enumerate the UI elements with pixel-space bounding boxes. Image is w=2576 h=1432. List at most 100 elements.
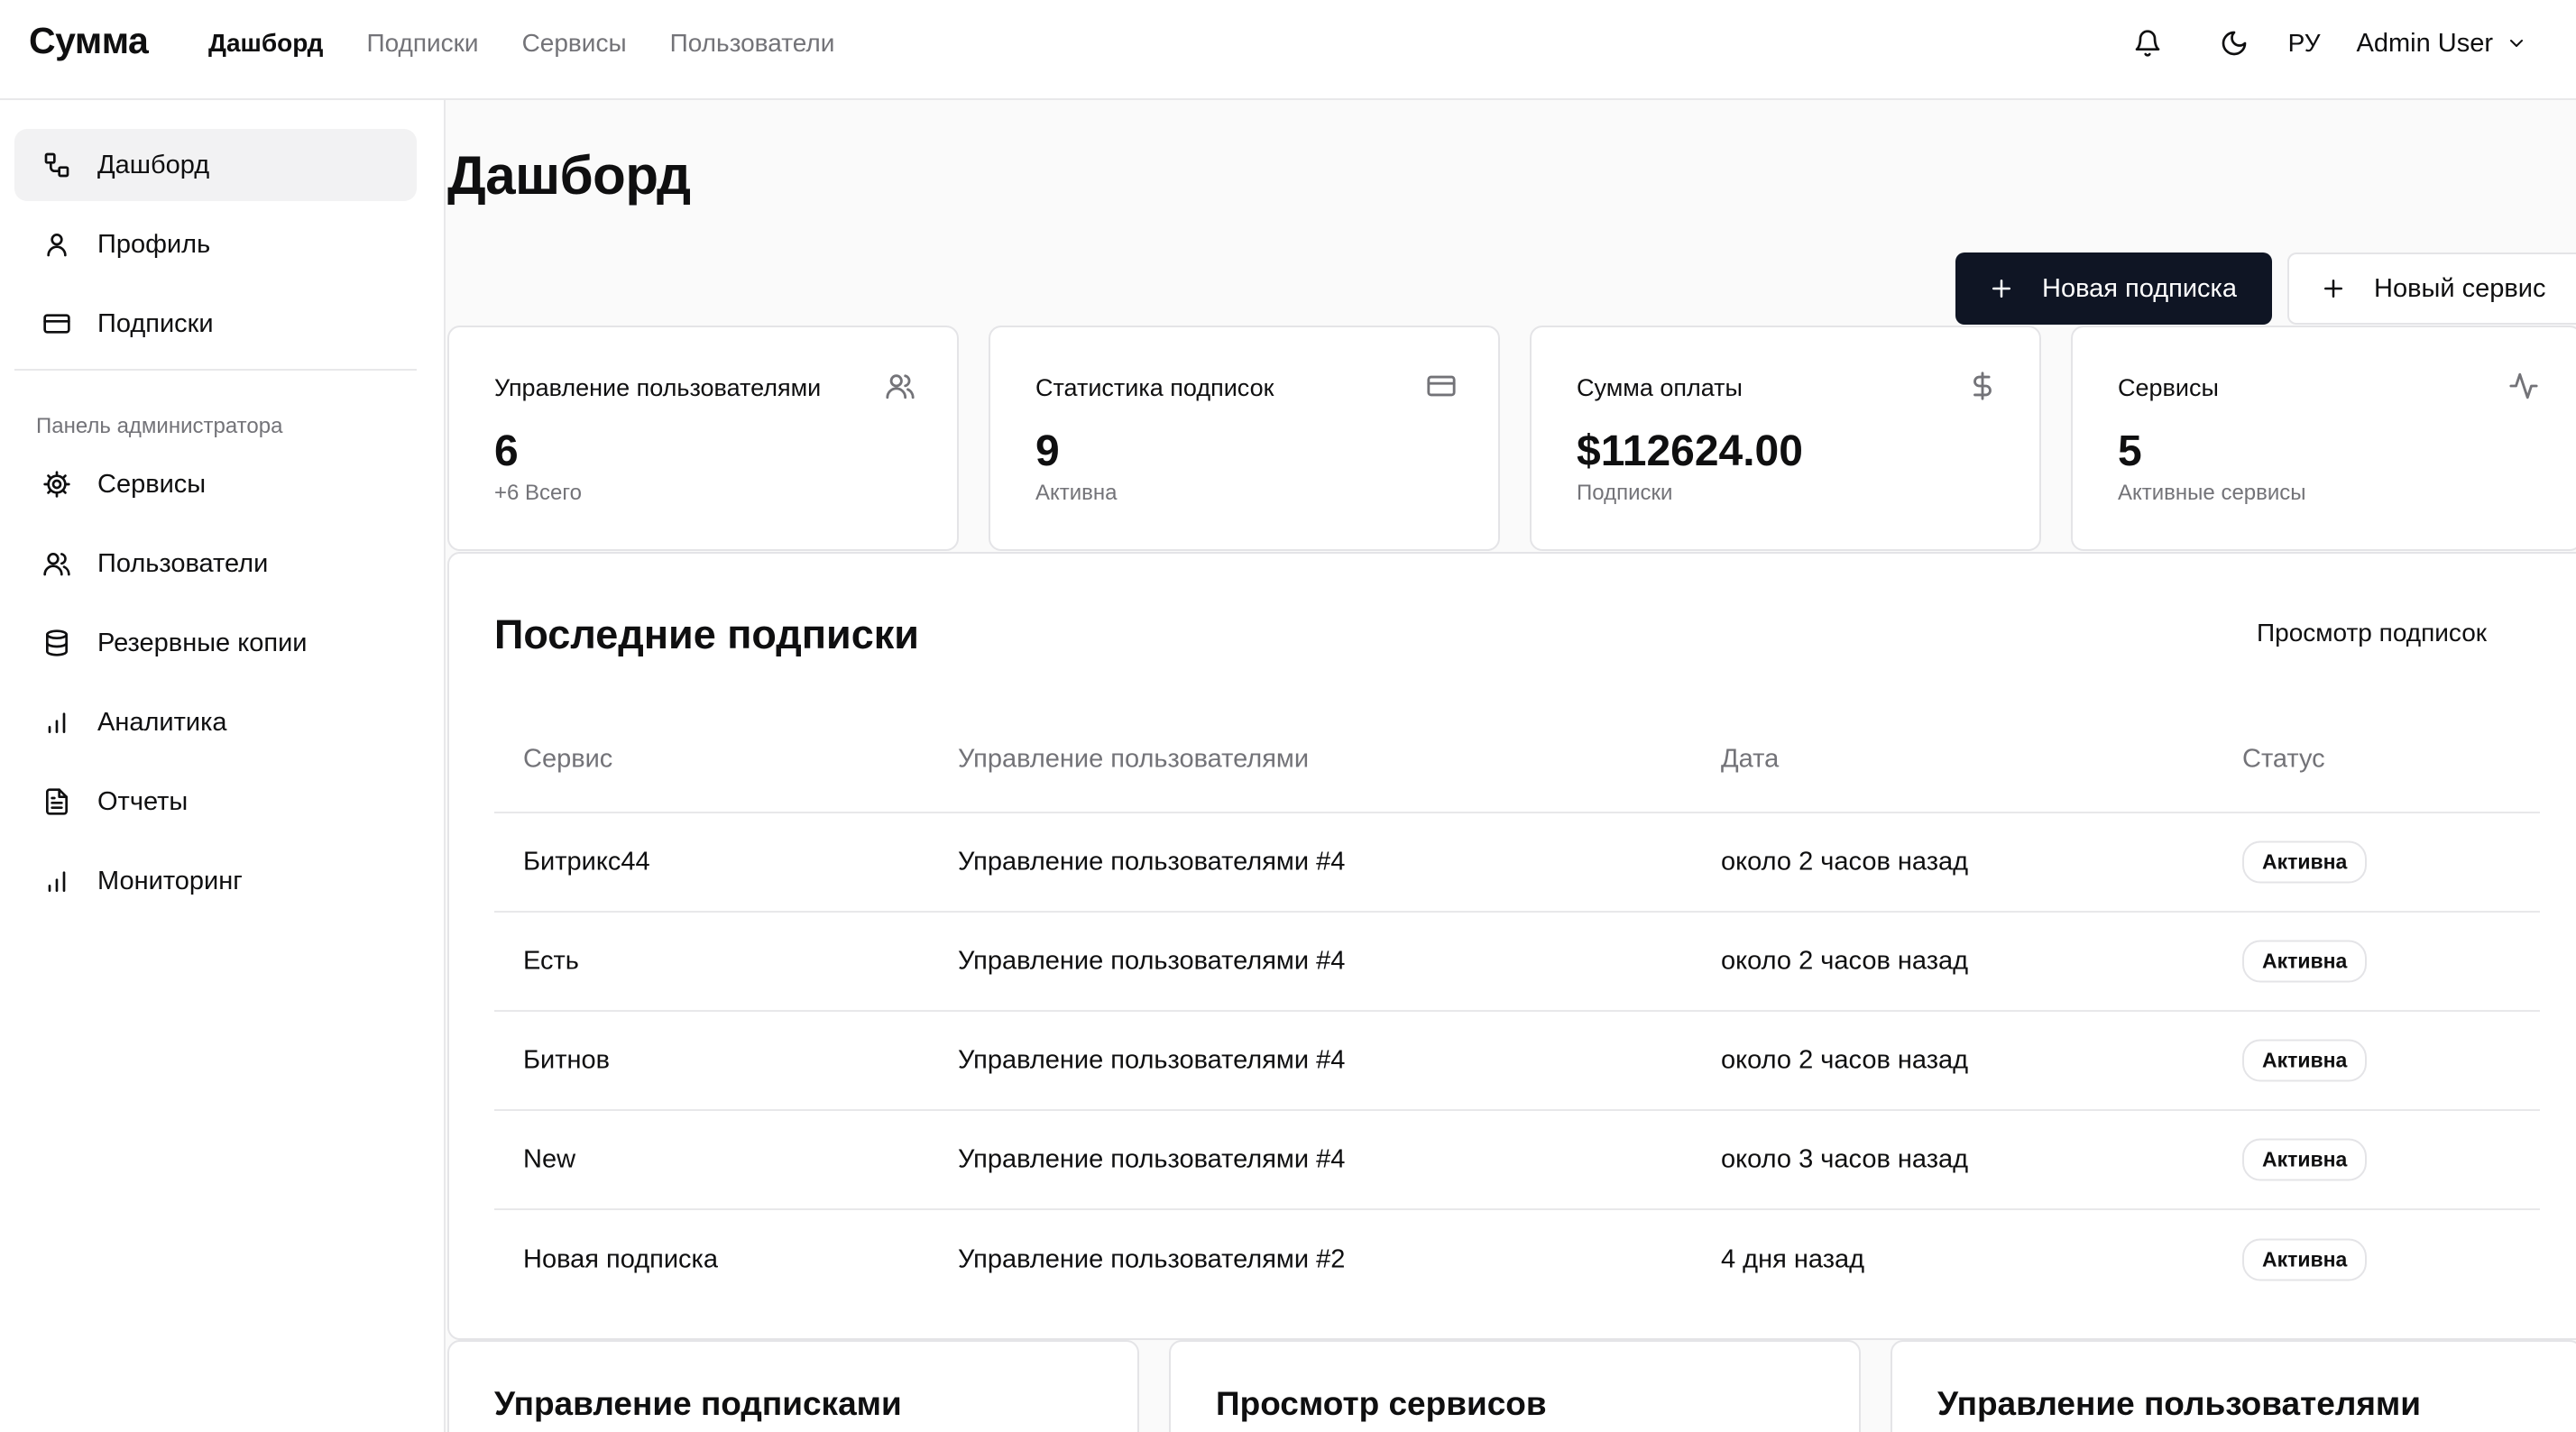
card-title: Просмотр сервисов	[1216, 1385, 1547, 1422]
database-icon	[41, 628, 72, 658]
sidebar-item-monitoring[interactable]: Мониторинг	[14, 845, 417, 917]
table-row[interactable]: Битнов Управление пользователями #4 окол…	[494, 1012, 2540, 1111]
sidebar-item-profile[interactable]: Профиль	[14, 208, 417, 280]
plus-icon	[1992, 280, 2010, 298]
cell-date: около 2 часов назад	[1721, 1045, 1969, 1075]
card-title: Управление подписками	[494, 1385, 902, 1422]
recent-subscriptions-card: Последние подписки Просмотр подписок Сер…	[447, 552, 2576, 1340]
cell-date: около 2 часов назад	[1721, 946, 1969, 976]
stat-value: 5	[2118, 427, 2142, 475]
table-row[interactable]: Битрикс44 Управление пользователями #4 о…	[494, 813, 2540, 913]
topnav-dashboard[interactable]: Дашборд	[208, 29, 323, 58]
view-services-card[interactable]: Просмотр сервисов	[1169, 1340, 1861, 1432]
cell-service: Есть	[523, 946, 579, 976]
subscriptions-table: Сервис Управление пользователями Дата Ст…	[494, 707, 2540, 1309]
table-header: Сервис Управление пользователями Дата Ст…	[494, 707, 2540, 813]
manage-subscriptions-card[interactable]: Управление подписками	[447, 1340, 1139, 1432]
sidebar-item-label: Профиль	[97, 229, 211, 259]
page-title: Дашборд	[447, 145, 691, 206]
credit-card-icon	[41, 308, 72, 339]
cell-user: Управление пользователями #4	[958, 1144, 1346, 1174]
column-header-date: Дата	[1721, 744, 1780, 774]
status-badge: Активна	[2242, 1039, 2368, 1082]
sidebar-item-label: Сервисы	[97, 469, 207, 499]
dashboard-icon	[41, 150, 72, 180]
sidebar: Дашборд Профиль Подписки Панель админист…	[0, 100, 446, 1432]
stat-title: Сервисы	[2118, 374, 2219, 401]
stat-card-subscriptions: Статистика подписок 9 Активна	[989, 326, 1500, 551]
cell-service: Битнов	[523, 1045, 611, 1075]
sidebar-item-label: Резервные копии	[97, 628, 308, 657]
sidebar-item-dashboard[interactable]: Дашборд	[14, 129, 417, 201]
manage-users-card[interactable]: Управление пользователями	[1891, 1340, 2576, 1432]
stat-subtitle: Подписки	[1577, 481, 1673, 505]
stat-card-users: Управление пользователями 6 +6 Всего	[447, 326, 959, 551]
status-badge: Активна	[2242, 1238, 2368, 1281]
stat-title: Статистика подписок	[1035, 374, 1274, 401]
status-badge: Активна	[2242, 840, 2368, 884]
cell-date: 4 дня назад	[1721, 1244, 1865, 1274]
stat-value: 6	[494, 427, 519, 475]
sidebar-item-label: Пользователи	[97, 548, 269, 578]
sidebar-item-services[interactable]: Сервисы	[14, 448, 417, 520]
table-row[interactable]: New Управление пользователями #4 около 3…	[494, 1111, 2540, 1210]
stat-value: 9	[1035, 427, 1060, 475]
bar-chart-icon	[41, 866, 72, 896]
new-subscription-button[interactable]: Новая подписка	[1955, 252, 2272, 325]
sidebar-divider	[14, 369, 417, 371]
bar-chart-icon	[41, 707, 72, 738]
chevron-down-icon	[2510, 40, 2523, 47]
sidebar-item-backups[interactable]: Резервные копии	[14, 607, 417, 679]
theme-toggle-button[interactable]	[2207, 16, 2261, 70]
language-switcher[interactable]: РУ	[2288, 29, 2321, 58]
cell-user: Управление пользователями #4	[958, 847, 1346, 877]
top-bar: Сумма Дашборд Подписки Сервисы Пользоват…	[0, 0, 2576, 100]
gear-icon	[41, 469, 72, 500]
topnav-users[interactable]: Пользователи	[670, 29, 835, 58]
card-title: Управление пользователями	[1937, 1385, 2422, 1422]
stat-card-services: Сервисы 5 Активные сервисы	[2071, 326, 2576, 551]
sidebar-item-label: Отчеты	[97, 786, 189, 816]
cell-service: Битрикс44	[523, 847, 650, 877]
column-header-service: Сервис	[523, 744, 613, 774]
table-row[interactable]: Новая подписка Управление пользователями…	[494, 1210, 2540, 1309]
header-actions: РУ Admin User	[2121, 0, 2527, 87]
status-badge: Активна	[2242, 940, 2368, 983]
recent-title: Последние подписки	[494, 611, 919, 657]
new-subscription-label: Новая подписка	[2042, 273, 2238, 303]
stat-subtitle: Активные сервисы	[2118, 481, 2306, 505]
status-badge: Активна	[2242, 1138, 2368, 1181]
cell-service: New	[523, 1144, 576, 1174]
view-subscriptions-link[interactable]: Просмотр подписок	[2257, 619, 2487, 647]
topnav-subscriptions[interactable]: Подписки	[366, 29, 478, 58]
new-service-label: Новый сервис	[2374, 273, 2546, 303]
cell-date: около 3 часов назад	[1721, 1144, 1969, 1174]
stat-title: Управление пользователями	[494, 374, 822, 401]
stat-subtitle: +6 Всего	[494, 481, 582, 505]
sidebar-item-label: Подписки	[97, 308, 214, 338]
stat-value: $112624.00	[1577, 427, 1803, 475]
top-nav: Дашборд Подписки Сервисы Пользователи	[208, 0, 834, 87]
activity-icon	[2508, 371, 2539, 401]
cell-user: Управление пользователями #4	[958, 1045, 1346, 1075]
stat-card-payment: Сумма оплаты $112624.00 Подписки	[1530, 326, 2041, 551]
sidebar-item-analytics[interactable]: Аналитика	[14, 686, 417, 758]
users-icon	[885, 371, 915, 401]
cell-service: Новая подписка	[523, 1244, 719, 1274]
notifications-button[interactable]	[2121, 16, 2175, 70]
topnav-services[interactable]: Сервисы	[522, 29, 627, 58]
brand-logo[interactable]: Сумма	[29, 20, 149, 62]
cell-user: Управление пользователями #2	[958, 1244, 1346, 1274]
users-icon	[41, 548, 72, 579]
stat-subtitle: Активна	[1035, 481, 1118, 505]
sidebar-item-users[interactable]: Пользователи	[14, 528, 417, 600]
new-service-button[interactable]: Новый сервис	[2287, 252, 2576, 325]
user-menu[interactable]: Admin User	[2357, 29, 2528, 59]
sidebar-item-label: Мониторинг	[97, 866, 243, 895]
column-header-user: Управление пользователями	[958, 744, 1310, 774]
sidebar-item-label: Аналитика	[97, 707, 227, 737]
sidebar-item-subscriptions[interactable]: Подписки	[14, 288, 417, 360]
column-header-status: Статус	[2242, 744, 2325, 774]
table-row[interactable]: Есть Управление пользователями #4 около …	[494, 913, 2540, 1012]
sidebar-item-reports[interactable]: Отчеты	[14, 766, 417, 838]
